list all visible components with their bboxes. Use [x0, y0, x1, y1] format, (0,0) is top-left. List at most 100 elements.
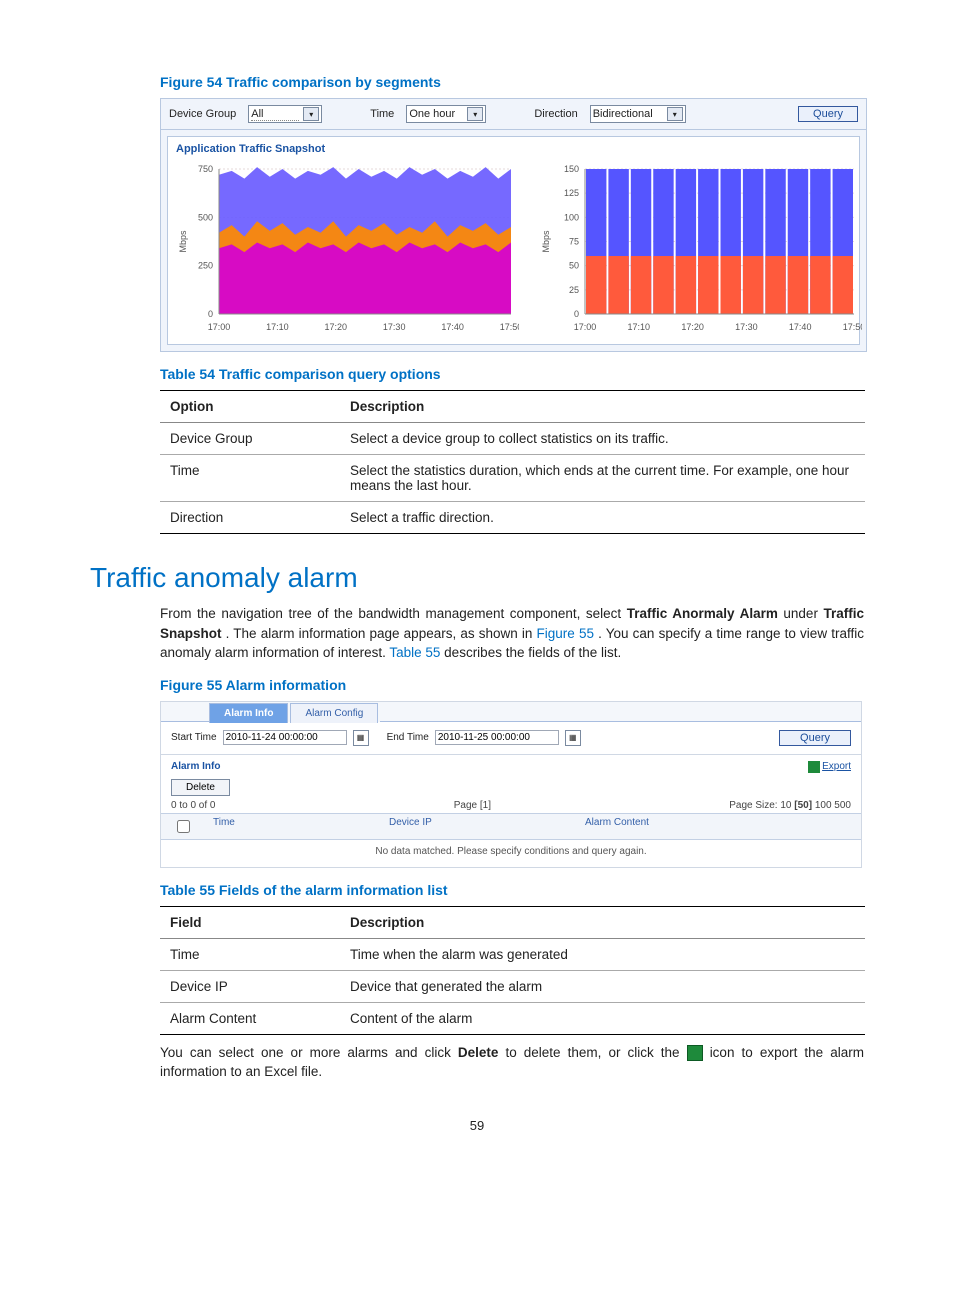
svg-text:17:50: 17:50 — [843, 322, 862, 332]
query-button[interactable]: Query — [779, 730, 851, 746]
alarm-info-title: Alarm Info — [171, 761, 220, 773]
svg-text:75: 75 — [569, 237, 579, 247]
svg-text:17:10: 17:10 — [266, 322, 289, 332]
delete-button[interactable]: Delete — [171, 779, 230, 796]
cell: Device IP — [160, 970, 340, 1002]
svg-text:0: 0 — [574, 309, 579, 319]
page-number: 59 — [90, 1118, 864, 1133]
cell: Direction — [160, 502, 340, 534]
table-row: TimeTime when the alarm was generated — [160, 938, 865, 970]
table55: Field Description TimeTime when the alar… — [160, 906, 865, 1035]
cell: Select a device group to collect statist… — [340, 423, 865, 455]
table-row: DirectionSelect a traffic direction. — [160, 502, 865, 534]
alarm-actions: Delete — [161, 777, 861, 798]
table54-header-option: Option — [160, 391, 340, 423]
column-alarm-content[interactable]: Alarm Content — [577, 814, 861, 839]
tab-alarm-info[interactable]: Alarm Info — [209, 703, 288, 723]
figure55-panel: Alarm Info Alarm Config Start Time ▦ End… — [160, 701, 862, 868]
tab-alarm-config[interactable]: Alarm Config — [290, 703, 378, 723]
svg-text:17:20: 17:20 — [681, 322, 704, 332]
text: You can select one or more alarms and cl… — [160, 1045, 458, 1060]
svg-text:250: 250 — [198, 261, 213, 271]
table-row: Device GroupSelect a device group to col… — [160, 423, 865, 455]
link-figure55[interactable]: Figure 55 — [537, 626, 594, 641]
svg-text:500: 500 — [198, 212, 213, 222]
svg-text:17:30: 17:30 — [383, 322, 406, 332]
pager-size-selected[interactable]: [50] — [794, 800, 812, 811]
svg-text:100: 100 — [564, 212, 579, 222]
section-intro-paragraph: From the navigation tree of the bandwidt… — [160, 604, 864, 663]
cell: Time — [160, 938, 340, 970]
text: under — [783, 606, 823, 621]
cell: Time — [160, 455, 340, 502]
snapshot-title: Application Traffic Snapshot — [176, 143, 853, 155]
svg-text:17:40: 17:40 — [441, 322, 464, 332]
cell: Content of the alarm — [340, 1002, 865, 1034]
calendar-icon[interactable]: ▦ — [353, 730, 369, 746]
export-label: Export — [822, 761, 851, 772]
svg-text:17:40: 17:40 — [789, 322, 812, 332]
filter-bar: Start Time ▦ End Time ▦ Query — [161, 722, 861, 755]
table54: Option Description Device GroupSelect a … — [160, 390, 865, 534]
calendar-icon[interactable]: ▦ — [565, 730, 581, 746]
cell: Select the statistics duration, which en… — [340, 455, 865, 502]
text-bold: Traffic Anormaly Alarm — [627, 606, 778, 621]
select-all-checkbox[interactable] — [177, 820, 190, 833]
query-button[interactable]: Query — [798, 106, 858, 122]
svg-text:17:00: 17:00 — [208, 322, 231, 332]
alarm-info-header: Alarm Info Export — [161, 755, 861, 777]
svg-text:17:10: 17:10 — [628, 322, 651, 332]
svg-text:150: 150 — [564, 164, 579, 174]
direction-value: Bidirectional — [593, 108, 663, 120]
chart-right: 0255075100125150Mbps17:0017:1017:2017:30… — [537, 161, 862, 336]
text: to delete them, or click the — [505, 1045, 686, 1060]
cell: Device Group — [160, 423, 340, 455]
svg-text:Mbps: Mbps — [541, 230, 551, 253]
svg-text:0: 0 — [208, 309, 213, 319]
table54-header-description: Description — [340, 391, 865, 423]
device-group-select[interactable]: All ▾ — [248, 105, 322, 123]
start-time-label: Start Time — [171, 732, 217, 743]
text: Page Size: 10 — [729, 800, 794, 811]
svg-text:17:20: 17:20 — [325, 322, 348, 332]
export-link[interactable]: Export — [808, 761, 851, 773]
table54-caption: Table 54 Traffic comparison query option… — [160, 366, 864, 382]
table55-caption: Table 55 Fields of the alarm information… — [160, 882, 864, 898]
table-row: TimeSelect the statistics duration, whic… — [160, 455, 865, 502]
link-table55[interactable]: Table 55 — [389, 645, 440, 660]
chevron-down-icon: ▾ — [667, 107, 683, 121]
grid-empty-message: No data matched. Please specify conditio… — [161, 840, 861, 867]
chart-left: 0250500750Mbps17:0017:1017:2017:3017:401… — [174, 161, 519, 336]
svg-text:17:00: 17:00 — [574, 322, 597, 332]
figure54-panel: Device Group All ▾ Time One hour ▾ Direc… — [160, 98, 867, 352]
end-time-input[interactable] — [435, 730, 559, 745]
table-row: Device IPDevice that generated the alarm — [160, 970, 865, 1002]
figure54-caption: Figure 54 Traffic comparison by segments — [160, 74, 864, 90]
pager-range: 0 to 0 of 0 — [171, 800, 215, 811]
pager: 0 to 0 of 0 Page [1] Page Size: 10 [50] … — [161, 798, 861, 813]
svg-text:Mbps: Mbps — [178, 230, 188, 253]
cell: Device that generated the alarm — [340, 970, 865, 1002]
column-time[interactable]: Time — [205, 814, 381, 839]
pager-size: Page Size: 10 [50] 100 500 — [729, 800, 851, 811]
column-device-ip[interactable]: Device IP — [381, 814, 577, 839]
cell: Select a traffic direction. — [340, 502, 865, 534]
direction-select[interactable]: Bidirectional ▾ — [590, 105, 686, 123]
figure55-caption: Figure 55 Alarm information — [160, 677, 864, 693]
direction-label: Direction — [534, 108, 577, 120]
device-group-label: Device Group — [169, 108, 236, 120]
text: describes the fields of the list. — [444, 645, 621, 660]
svg-text:17:30: 17:30 — [735, 322, 758, 332]
text: From the navigation tree of the bandwidt… — [160, 606, 627, 621]
text: . The alarm information page appears, as… — [226, 626, 537, 641]
time-select[interactable]: One hour ▾ — [406, 105, 486, 123]
time-value: One hour — [409, 108, 463, 120]
tab-bar: Alarm Info Alarm Config — [161, 702, 861, 722]
application-traffic-snapshot: Application Traffic Snapshot 0250500750M… — [167, 136, 860, 345]
svg-text:25: 25 — [569, 285, 579, 295]
closing-paragraph: You can select one or more alarms and cl… — [160, 1043, 864, 1082]
table55-header-field: Field — [160, 906, 340, 938]
start-time-input[interactable] — [223, 730, 347, 745]
svg-text:750: 750 — [198, 164, 213, 174]
grid-header: Time Device IP Alarm Content — [161, 813, 861, 840]
